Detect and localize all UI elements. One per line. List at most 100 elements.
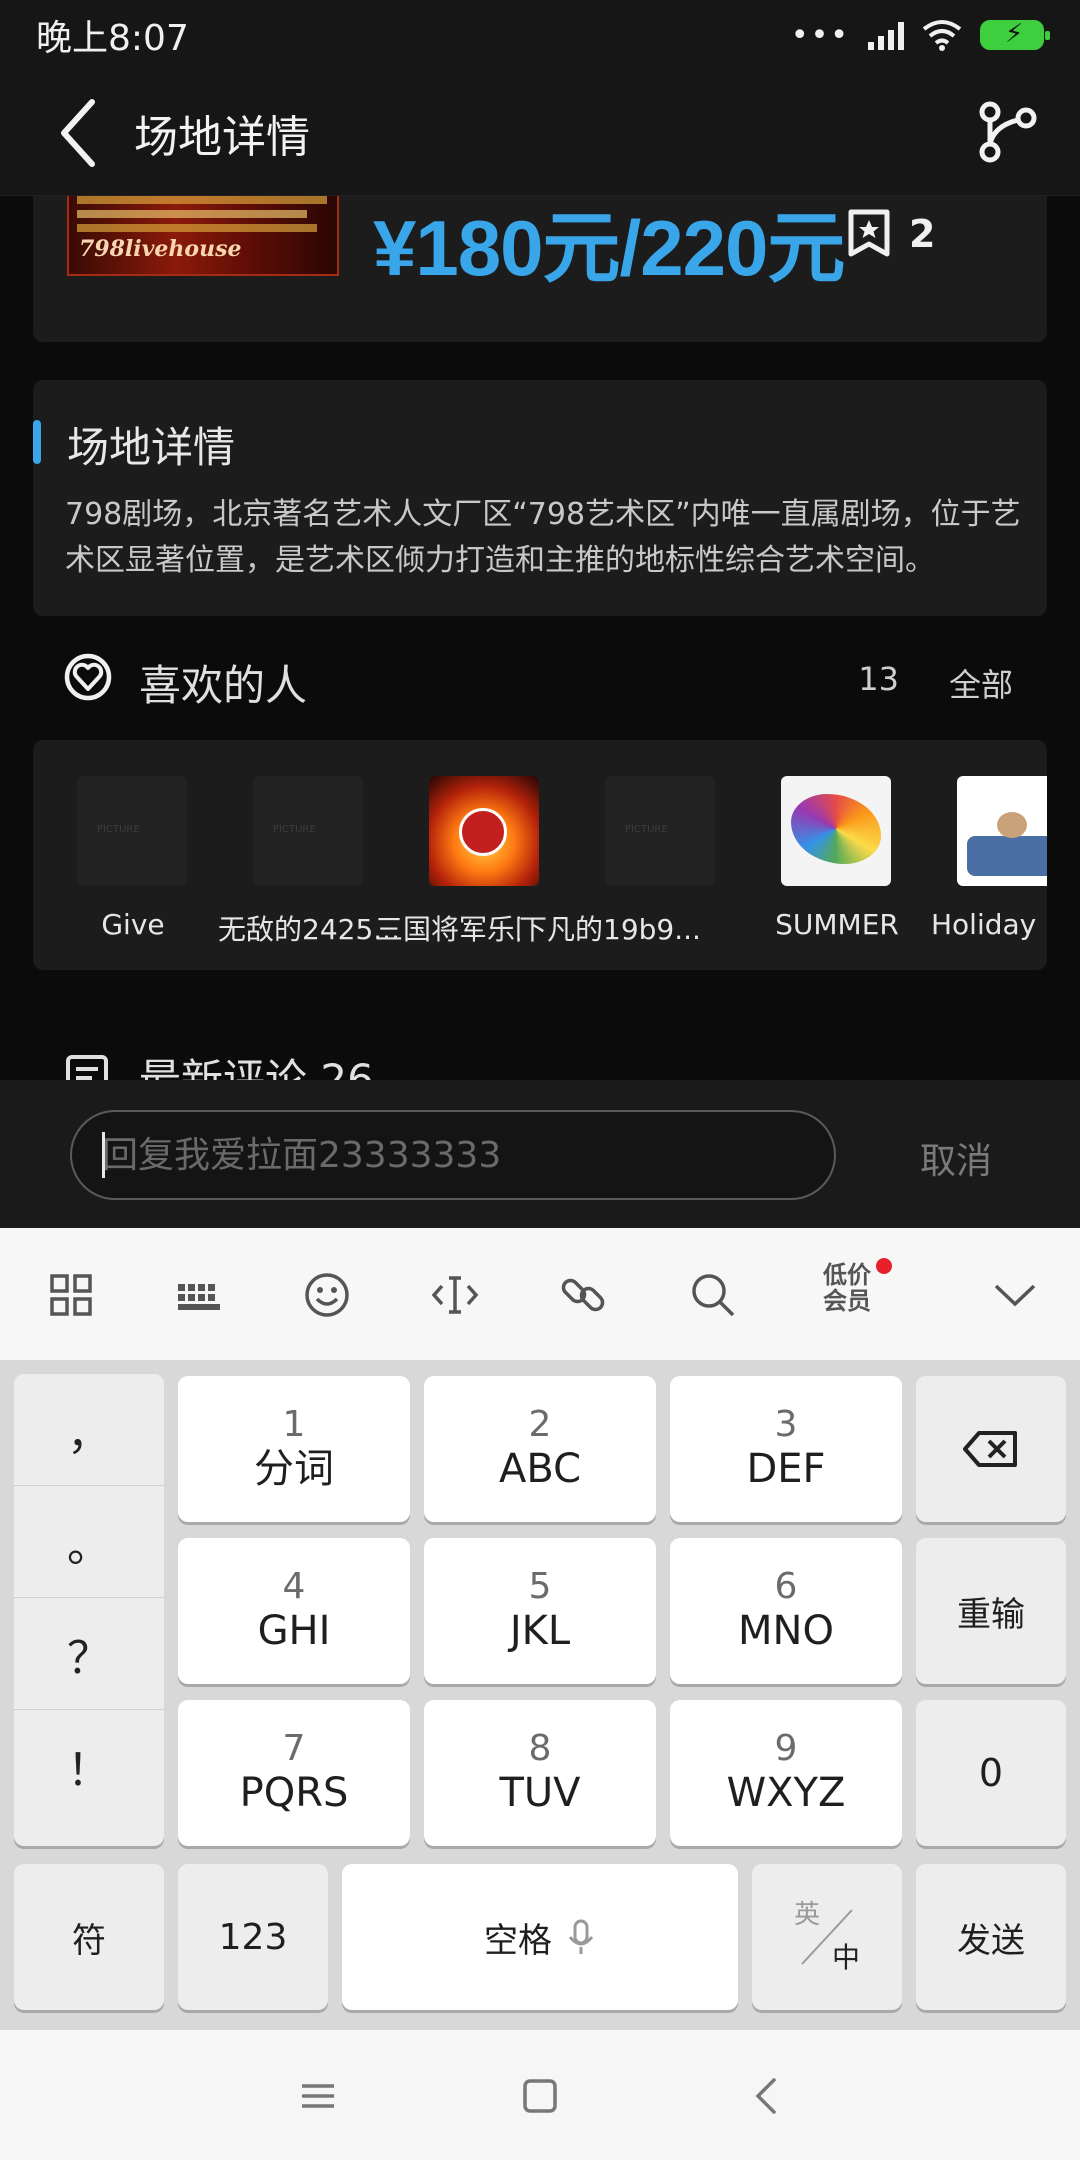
chevron-left-icon [61, 98, 95, 167]
key-letters: JKL [509, 1608, 571, 1654]
avatar [781, 776, 891, 886]
key-letters: MNO [738, 1608, 834, 1654]
venue-poster[interactable]: 798livehouse [67, 196, 339, 276]
key-number: 8 [528, 1728, 552, 1769]
likes-count: 13 [858, 660, 899, 698]
status-bar: 晚上8:07 ••• ⚡ [0, 0, 1080, 70]
key-letters: GHI [257, 1608, 331, 1654]
price-text: ¥180元/220元 [373, 204, 845, 292]
more-dots-icon: ••• [790, 17, 850, 53]
detail-description: 798剧场，北京著名艺术人文厂区“798艺术区”内唯一直属剧场，位于艺术区显著位… [65, 497, 1021, 578]
key-2[interactable]: 2 ABC [424, 1376, 656, 1522]
key-label: 0 [978, 1751, 1004, 1795]
keyboard-toolbar: 低价会员 [0, 1228, 1080, 1360]
key-letters: PQRS [239, 1770, 349, 1816]
send-key[interactable]: 发送 [916, 1864, 1066, 2010]
vip-member-button[interactable]: 低价会员 [822, 1262, 872, 1314]
system-nav-bar [0, 2030, 1080, 2160]
reply-bar: 取消 [0, 1080, 1080, 1228]
bookmark-star-icon[interactable] [847, 208, 891, 258]
key-letters: ABC [498, 1446, 582, 1492]
punct-comma-key[interactable]: ， [14, 1374, 164, 1486]
key-6[interactable]: 6 MNO [670, 1538, 902, 1684]
avatar [957, 776, 1047, 886]
content-scroll[interactable]: 798livehouse ¥180元/220元 2 场地详情 798剧场，北京著… [0, 196, 1080, 1080]
liker-name: 三国将军乐团 [375, 913, 520, 946]
cursor-move-icon[interactable] [430, 1270, 480, 1320]
key-letters: WXYZ [726, 1770, 846, 1816]
notification-dot [876, 1258, 892, 1274]
key-letters: DEF [746, 1446, 826, 1492]
battery-icon: ⚡ [980, 19, 1050, 50]
comments-title: 最新评论 26 [139, 1055, 374, 1080]
key-number: 5 [528, 1566, 552, 1607]
search-icon[interactable] [688, 1270, 738, 1320]
key-label: 发送 [957, 1920, 1025, 1961]
liker-name: Give [101, 908, 165, 941]
punct-question-key[interactable]: ？ [14, 1598, 164, 1710]
punctuation-column[interactable]: ， 。 ？ ！ [14, 1374, 164, 1846]
key-3[interactable]: 3 DEF [670, 1376, 902, 1522]
key-4[interactable]: 4 GHI [178, 1538, 410, 1684]
wifi-icon [922, 20, 962, 51]
reply-input[interactable] [70, 1110, 836, 1200]
liker-name: SUMMER [775, 908, 899, 941]
language-switch-key[interactable]: 英 中 [752, 1864, 902, 2010]
microphone-icon [568, 1919, 594, 1954]
key-9[interactable]: 9 WXYZ [670, 1700, 902, 1846]
poster-text: 798livehouse [79, 236, 242, 262]
likers-list[interactable]: Give 无敌的2425... 三国将军乐团 下凡的19b9... SUMMER [33, 740, 1047, 970]
view-all-likes-link[interactable]: 全部 [949, 660, 1013, 706]
text-caret [102, 1132, 105, 1178]
key-number: 6 [774, 1566, 798, 1607]
keyboard: ， 。 ？ ！ 1 分词 2 ABC 3 DEF 4 GHI 5 JKL 6 M… [0, 1360, 1080, 2030]
cancel-button[interactable]: 取消 [920, 1132, 992, 1184]
back-icon[interactable] [746, 2074, 790, 2118]
avatar [253, 776, 363, 886]
likes-title: 喜欢的人 [139, 661, 308, 710]
key-8[interactable]: 8 TUV [424, 1700, 656, 1846]
avatar [429, 776, 539, 886]
key-number: 9 [774, 1728, 798, 1769]
keyboard-layout-icon[interactable] [174, 1270, 224, 1320]
charging-bolt-icon: ⚡ [1005, 19, 1024, 49]
key-number: 1 [282, 1404, 306, 1445]
status-time: 晚上8:07 [36, 18, 189, 59]
heart-circle-icon [64, 653, 112, 701]
home-icon[interactable] [518, 2074, 562, 2118]
space-key[interactable]: 空格 [342, 1864, 738, 2010]
status-icons: ••• ⚡ [790, 17, 1050, 53]
key-label: 重输 [957, 1594, 1025, 1635]
key-1[interactable]: 1 分词 [178, 1376, 410, 1522]
backspace-key[interactable] [916, 1376, 1066, 1522]
liker-item[interactable]: Holiday ♪ [913, 776, 1047, 946]
liker-item[interactable]: 下凡的19b9... [519, 776, 761, 946]
detail-heading: 场地详情 [67, 423, 236, 472]
numbers-key[interactable]: 123 [178, 1864, 328, 2010]
backspace-icon [963, 1431, 1017, 1467]
liker-item[interactable]: SUMMER [737, 776, 937, 946]
link-icon[interactable] [558, 1270, 608, 1320]
menu-icon[interactable] [296, 2074, 340, 2118]
grid-menu-icon[interactable] [46, 1270, 96, 1320]
emoji-icon[interactable] [302, 1270, 352, 1320]
key-label: 符 [72, 1920, 106, 1961]
punct-exclamation-key[interactable]: ！ [14, 1710, 164, 1822]
likes-header: 喜欢的人 13 全部 [33, 636, 1047, 716]
reenter-key[interactable]: 重输 [916, 1538, 1066, 1684]
symbols-key[interactable]: 符 [14, 1864, 164, 2010]
share-button[interactable] [974, 100, 1040, 166]
key-letters: 分词 [254, 1446, 334, 1492]
punct-period-key[interactable]: 。 [14, 1486, 164, 1598]
key-5[interactable]: 5 JKL [424, 1538, 656, 1684]
price-card: 798livehouse ¥180元/220元 2 [33, 196, 1047, 342]
lang-zh-label: 中 [832, 1941, 861, 1974]
venue-detail-card: 场地详情 798剧场，北京著名艺术人文厂区“798艺术区”内唯一直属剧场，位于艺… [33, 380, 1047, 616]
comment-list-icon [66, 1055, 108, 1080]
back-button[interactable] [48, 93, 108, 173]
favorite-count: 2 [909, 212, 936, 256]
key-0[interactable]: 0 [916, 1700, 1066, 1846]
key-7[interactable]: 7 PQRS [178, 1700, 410, 1846]
liker-item[interactable]: Give [33, 776, 233, 946]
chevron-down-icon[interactable] [990, 1270, 1040, 1320]
